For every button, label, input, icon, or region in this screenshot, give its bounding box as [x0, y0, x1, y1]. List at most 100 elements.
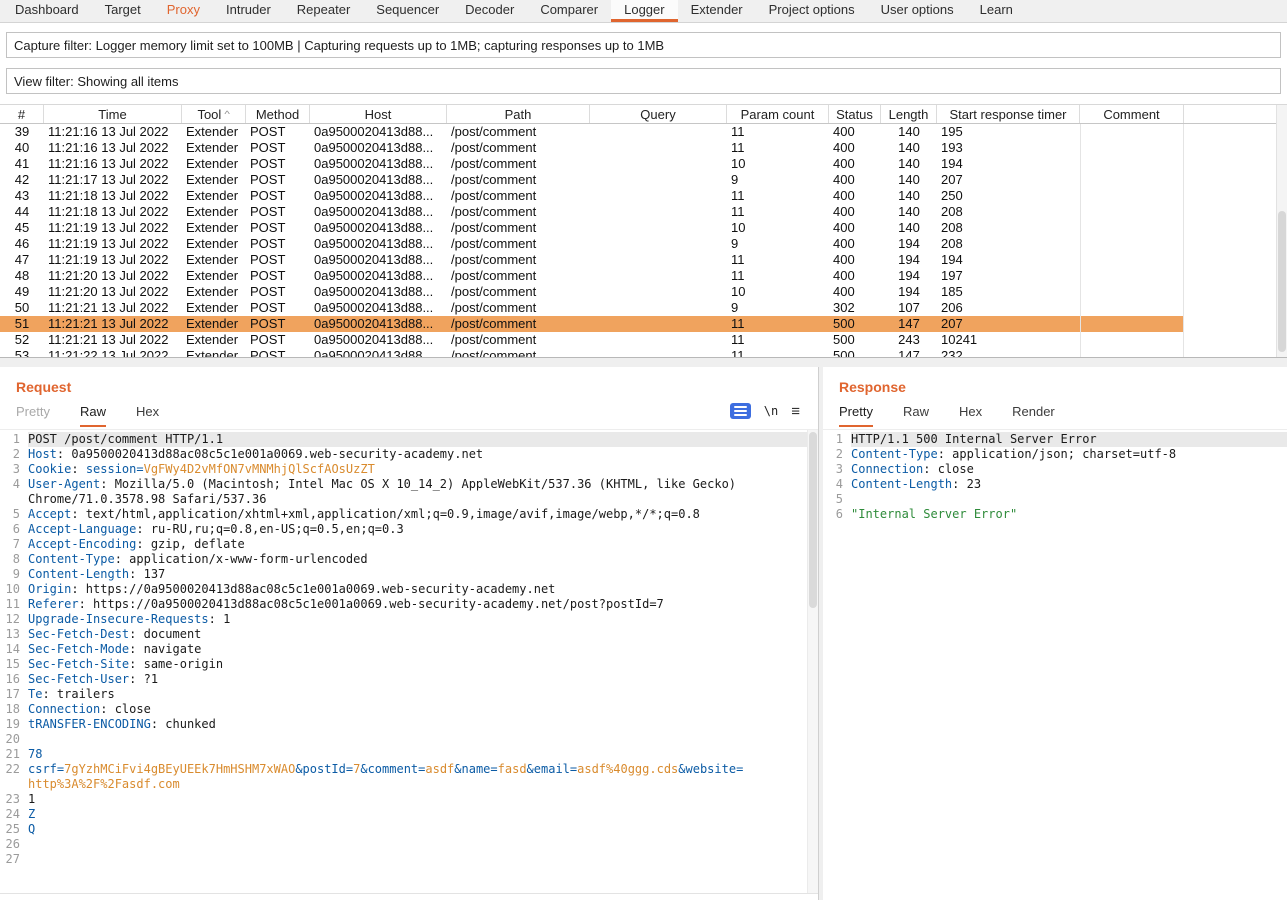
table-cell	[590, 140, 727, 156]
table-cell	[1080, 140, 1184, 156]
table-cell: 0a9500020413d88...	[310, 236, 447, 252]
table-row[interactable]: 5011:21:21 13 Jul 2022ExtenderPOST0a9500…	[0, 300, 1184, 316]
response-tab-hex[interactable]: Hex	[959, 404, 982, 427]
main-tab-logger[interactable]: Logger	[611, 0, 677, 22]
table-cell	[590, 188, 727, 204]
column-header-label: Param count	[741, 107, 815, 122]
code-line: 14Sec-Fetch-Mode: navigate	[0, 642, 807, 657]
main-tab-extender[interactable]: Extender	[678, 0, 756, 22]
main-tab-proxy[interactable]: Proxy	[154, 0, 213, 22]
main-tab-comparer[interactable]: Comparer	[527, 0, 611, 22]
table-row[interactable]: 4211:21:17 13 Jul 2022ExtenderPOST0a9500…	[0, 172, 1184, 188]
table-row[interactable]: 3911:21:16 13 Jul 2022ExtenderPOST0a9500…	[0, 124, 1184, 140]
table-cell: 9	[727, 172, 829, 188]
line-text	[28, 837, 807, 852]
main-tab-sequencer[interactable]: Sequencer	[363, 0, 452, 22]
request-editor[interactable]: 1POST /post/comment HTTP/1.12Host: 0a950…	[0, 429, 818, 894]
table-cell	[1080, 284, 1184, 300]
line-number: 5	[823, 492, 851, 507]
table-cell: Extender	[182, 188, 246, 204]
column-header-tool[interactable]: Tool^	[182, 105, 246, 123]
table-cell: POST	[246, 348, 310, 357]
table-cell: 185	[937, 284, 1080, 300]
table-scrollbar-thumb[interactable]	[1278, 211, 1286, 352]
table-cell: 11:21:18 13 Jul 2022	[44, 204, 182, 220]
table-cell	[590, 236, 727, 252]
request-tabs: Pretty Raw Hex \n ≡	[0, 395, 818, 427]
column-header-method[interactable]: Method	[246, 105, 310, 123]
table-cell: 208	[937, 236, 1080, 252]
view-filter-bar[interactable]: View filter: Showing all items	[6, 68, 1281, 94]
main-tab-repeater[interactable]: Repeater	[284, 0, 363, 22]
table-cell: POST	[246, 140, 310, 156]
table-cell: 11	[727, 204, 829, 220]
code-line: http%3A%2F%2Fasdf.com	[0, 777, 807, 792]
column-header-number[interactable]: #	[0, 105, 44, 123]
column-header-length[interactable]: Length	[881, 105, 937, 123]
main-tab-target[interactable]: Target	[92, 0, 154, 22]
table-cell: /post/comment	[447, 332, 590, 348]
table-cell: 51	[0, 316, 44, 332]
request-editor-scrollbar[interactable]	[807, 430, 818, 893]
request-tab-hex[interactable]: Hex	[136, 404, 159, 427]
table-cell: 0a9500020413d88...	[310, 252, 447, 268]
table-scrollbar[interactable]	[1276, 105, 1287, 357]
code-line: 17Te: trailers	[0, 687, 807, 702]
column-header-param-count[interactable]: Param count	[727, 105, 829, 123]
response-tab-render[interactable]: Render	[1012, 404, 1055, 427]
column-header-query[interactable]: Query	[590, 105, 727, 123]
line-number	[0, 492, 28, 507]
code-line: 22csrf=7gYzhMCiFvi4gBEyUEEk7HmHSHM7xWAO&…	[0, 762, 807, 777]
main-tab-project-options[interactable]: Project options	[756, 0, 868, 22]
table-row[interactable]: 4711:21:19 13 Jul 2022ExtenderPOST0a9500…	[0, 252, 1184, 268]
table-row[interactable]: 5211:21:21 13 Jul 2022ExtenderPOST0a9500…	[0, 332, 1184, 348]
column-header-time[interactable]: Time	[44, 105, 182, 123]
table-cell: Extender	[182, 156, 246, 172]
main-tab-user-options[interactable]: User options	[868, 0, 967, 22]
main-tab-intruder[interactable]: Intruder	[213, 0, 284, 22]
table-row[interactable]: 5311:21:22 13 Jul 2022ExtenderPOST0a9500…	[0, 348, 1184, 357]
table-row[interactable]: 5111:21:21 13 Jul 2022ExtenderPOST0a9500…	[0, 316, 1184, 332]
horizontal-splitter[interactable]	[0, 357, 1287, 367]
capture-filter-bar[interactable]: Capture filter: Logger memory limit set …	[6, 32, 1281, 58]
table-row[interactable]: 4111:21:16 13 Jul 2022ExtenderPOST0a9500…	[0, 156, 1184, 172]
table-row[interactable]: 4511:21:19 13 Jul 2022ExtenderPOST0a9500…	[0, 220, 1184, 236]
main-tab-dashboard[interactable]: Dashboard	[2, 0, 92, 22]
code-line: 1POST /post/comment HTTP/1.1	[0, 432, 807, 447]
table-cell: 0a9500020413d88...	[310, 300, 447, 316]
table-cell: 50	[0, 300, 44, 316]
table-row[interactable]: 4611:21:19 13 Jul 2022ExtenderPOST0a9500…	[0, 236, 1184, 252]
request-tab-raw[interactable]: Raw	[80, 404, 106, 427]
table-cell: 43	[0, 188, 44, 204]
line-number: 8	[0, 552, 28, 567]
table-row[interactable]: 4811:21:20 13 Jul 2022ExtenderPOST0a9500…	[0, 268, 1184, 284]
table-cell: 11:21:21 13 Jul 2022	[44, 300, 182, 316]
table-row[interactable]: 4311:21:18 13 Jul 2022ExtenderPOST0a9500…	[0, 188, 1184, 204]
word-wrap-icon[interactable]	[730, 403, 751, 419]
column-header-label: Comment	[1103, 107, 1159, 122]
response-tab-pretty[interactable]: Pretty	[839, 404, 873, 427]
request-tab-pretty[interactable]: Pretty	[16, 404, 50, 427]
table-cell: POST	[246, 188, 310, 204]
table-row[interactable]: 4011:21:16 13 Jul 2022ExtenderPOST0a9500…	[0, 140, 1184, 156]
main-tab-decoder[interactable]: Decoder	[452, 0, 527, 22]
column-header-host[interactable]: Host	[310, 105, 447, 123]
table-row[interactable]: 4911:21:20 13 Jul 2022ExtenderPOST0a9500…	[0, 284, 1184, 300]
column-header-comment[interactable]: Comment	[1080, 105, 1184, 123]
column-header-status[interactable]: Status	[829, 105, 881, 123]
editor-menu-icon[interactable]: ≡	[791, 404, 800, 419]
table-cell: 194	[881, 284, 937, 300]
main-tab-learn[interactable]: Learn	[967, 0, 1026, 22]
column-header-start-response-timer[interactable]: Start response timer	[937, 105, 1080, 123]
line-number: 18	[0, 702, 28, 717]
table-row[interactable]: 4411:21:18 13 Jul 2022ExtenderPOST0a9500…	[0, 204, 1184, 220]
table-cell: Extender	[182, 332, 246, 348]
nonprintable-chars-icon[interactable]: \n	[764, 404, 778, 418]
request-editor-scrollbar-thumb[interactable]	[809, 432, 817, 608]
response-tab-raw[interactable]: Raw	[903, 404, 929, 427]
column-header-path[interactable]: Path	[447, 105, 590, 123]
line-number: 1	[823, 432, 851, 447]
table-cell: 11:21:19 13 Jul 2022	[44, 236, 182, 252]
response-editor[interactable]: 1HTTP/1.1 500 Internal Server Error2Cont…	[823, 429, 1287, 900]
code-line: 13Sec-Fetch-Dest: document	[0, 627, 807, 642]
